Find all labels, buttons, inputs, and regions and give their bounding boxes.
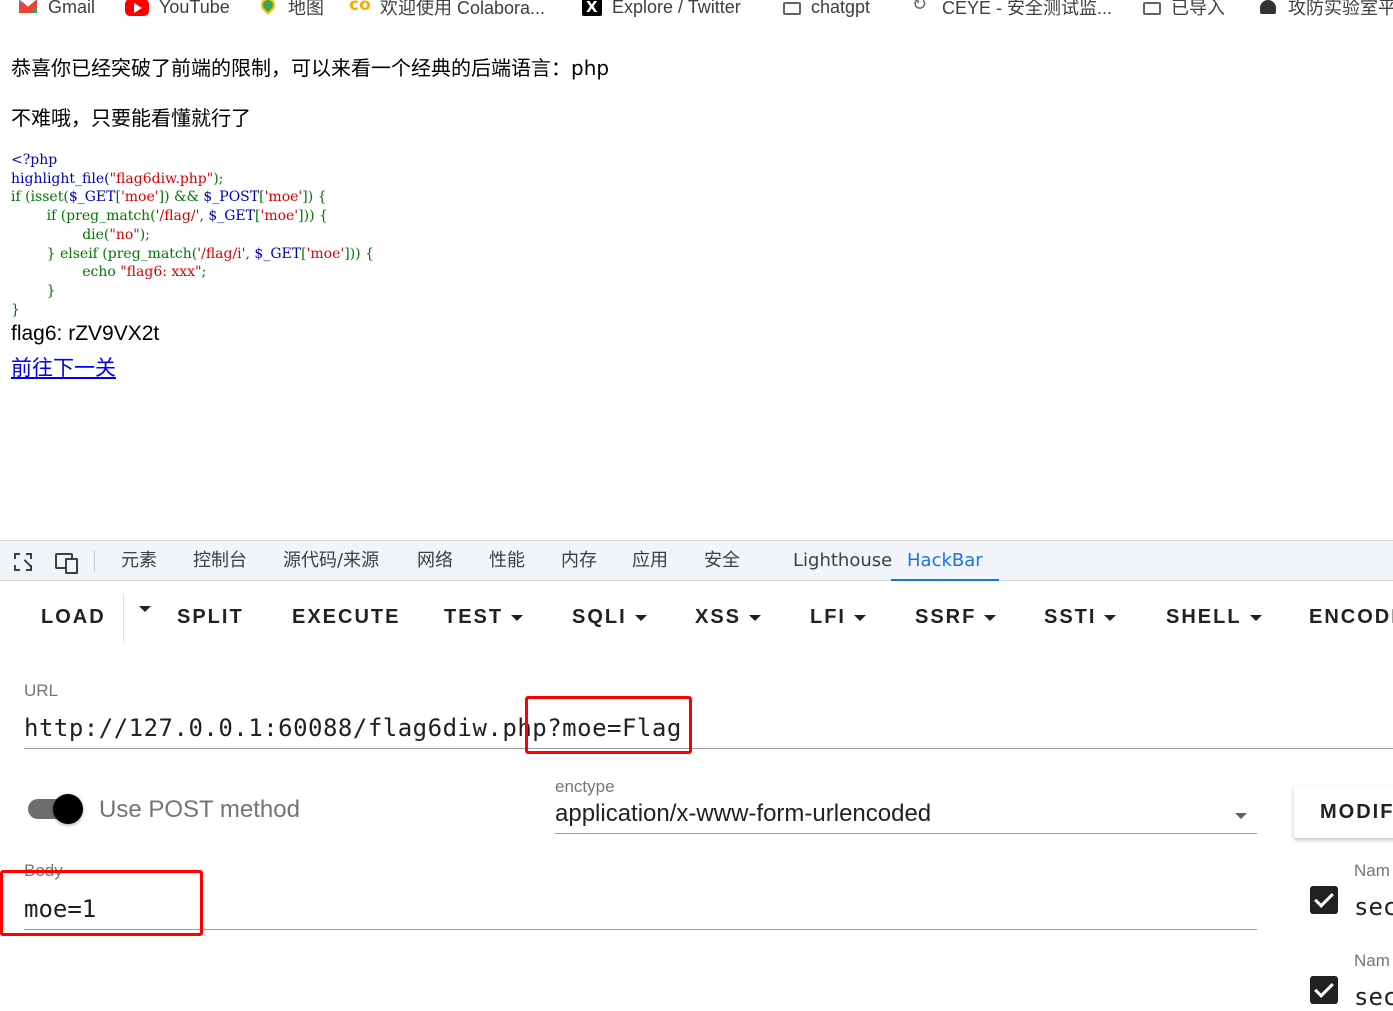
url-label: URL xyxy=(24,681,59,700)
load-dropdown-button[interactable] xyxy=(131,606,151,612)
toolbar-divider xyxy=(94,550,95,572)
bookmark-gmail[interactable]: Gmail xyxy=(18,0,95,20)
colab-icon xyxy=(349,0,371,16)
load-button[interactable]: LOAD xyxy=(41,606,106,629)
body-highlight-box xyxy=(0,870,203,936)
tab-performance[interactable]: 性能 xyxy=(489,541,525,580)
header-name-label: Nam xyxy=(1354,951,1390,970)
bookmark-colab[interactable]: 欢迎使用 Colabora... xyxy=(349,0,545,20)
tab-application[interactable]: 应用 xyxy=(632,541,668,580)
x-icon xyxy=(582,0,602,16)
tab-network[interactable]: 网络 xyxy=(417,541,453,580)
bookmark-imported[interactable]: 已导入 xyxy=(1143,0,1225,20)
tab-security[interactable]: 安全 xyxy=(704,541,740,580)
caret-down-icon xyxy=(1249,614,1262,621)
caret-down-icon xyxy=(1104,614,1117,621)
test-menu-button[interactable]: TEST xyxy=(444,606,524,629)
caret-down-icon xyxy=(854,614,866,621)
flag-output: flag6: rZV9VX2t xyxy=(11,322,160,345)
intro-line-1: 恭喜你已经突破了前端的限制，可以来看一个经典的后端语言：php xyxy=(11,56,610,80)
caret-down-icon xyxy=(511,614,524,621)
tab-hackbar[interactable]: HackBar xyxy=(891,541,999,581)
folder-icon xyxy=(1143,2,1161,15)
tab-lighthouse[interactable]: Lighthouse xyxy=(793,541,892,580)
split-button[interactable]: SPLIT xyxy=(177,606,244,629)
toggle-thumb xyxy=(53,794,83,824)
ssti-menu-button[interactable]: SSTI xyxy=(1044,606,1117,629)
hat-icon xyxy=(1258,0,1278,16)
devtools-tabbar: 元素 控制台 源代码/来源 网络 性能 内存 应用 安全 Lighthouse … xyxy=(0,540,1393,581)
xss-menu-button[interactable]: XSS xyxy=(695,606,762,629)
device-toolbar-icon[interactable] xyxy=(55,553,78,574)
tab-memory[interactable]: 内存 xyxy=(561,541,597,580)
intro-line-2: 不难哦，只要能看懂就行了 xyxy=(11,106,251,130)
youtube-icon xyxy=(125,0,149,16)
bookmarks-bar: Gmail YouTube 地图 欢迎使用 Colabora... Explor… xyxy=(0,0,1393,22)
load-divider xyxy=(123,594,124,642)
url-input[interactable] xyxy=(24,708,1393,749)
caret-down-icon xyxy=(984,614,997,621)
body-input[interactable]: moe=1 xyxy=(24,889,1257,930)
caret-down-icon xyxy=(1235,813,1247,819)
folder-icon xyxy=(783,2,801,15)
bookmark-ceye[interactable]: CEYE - 安全测试监... xyxy=(912,0,1112,20)
header-name-label: Nam xyxy=(1354,861,1390,880)
caret-down-icon xyxy=(634,614,647,621)
ssrf-menu-button[interactable]: SSRF xyxy=(915,606,997,629)
enctype-select[interactable]: application/x-www-form-urlencoded xyxy=(555,800,1257,834)
caret-down-icon xyxy=(139,606,151,612)
post-method-toggle[interactable] xyxy=(28,794,84,824)
bookmark-maps[interactable]: 地图 xyxy=(258,0,324,20)
post-method-label: Use POST method xyxy=(99,796,300,823)
enctype-label: enctype xyxy=(555,777,615,796)
header-name-input[interactable]: sec xyxy=(1354,893,1393,921)
tab-console[interactable]: 控制台 xyxy=(193,541,247,580)
bookmark-twitter[interactable]: Explore / Twitter xyxy=(582,0,741,20)
hackbar-toolbar: LOAD SPLIT EXECUTE TEST SQLI XSS LFI SSR… xyxy=(0,582,1393,658)
header-enabled-checkbox[interactable] xyxy=(1310,886,1338,914)
ceye-icon xyxy=(912,0,932,16)
maps-icon xyxy=(258,0,278,16)
caret-down-icon xyxy=(749,614,762,621)
bookmark-chatgpt[interactable]: chatgpt xyxy=(783,0,870,20)
sqli-menu-button[interactable]: SQLI xyxy=(572,606,647,629)
encoding-menu-button[interactable]: ENCODI xyxy=(1309,606,1393,629)
gmail-icon xyxy=(18,0,38,17)
execute-button[interactable]: EXECUTE xyxy=(292,606,400,629)
inspect-element-icon[interactable] xyxy=(14,553,32,571)
next-level-link[interactable]: 前往下一关 xyxy=(11,352,116,382)
header-name-input[interactable]: sec xyxy=(1354,983,1393,1011)
tab-sources[interactable]: 源代码/来源 xyxy=(283,541,379,580)
url-highlight-box xyxy=(525,696,692,754)
php-source-code: <?php highlight_file("flag6diw.php"); if… xyxy=(11,152,374,318)
bookmark-youtube[interactable]: YouTube xyxy=(125,0,230,20)
modify-header-button[interactable]: MODIF xyxy=(1294,786,1393,838)
lfi-menu-button[interactable]: LFI xyxy=(810,606,866,629)
tab-elements[interactable]: 元素 xyxy=(121,541,157,580)
shell-menu-button[interactable]: SHELL xyxy=(1166,606,1262,629)
bookmark-lab[interactable]: 攻防实验室平 xyxy=(1258,0,1393,20)
header-enabled-checkbox[interactable] xyxy=(1310,976,1338,1004)
